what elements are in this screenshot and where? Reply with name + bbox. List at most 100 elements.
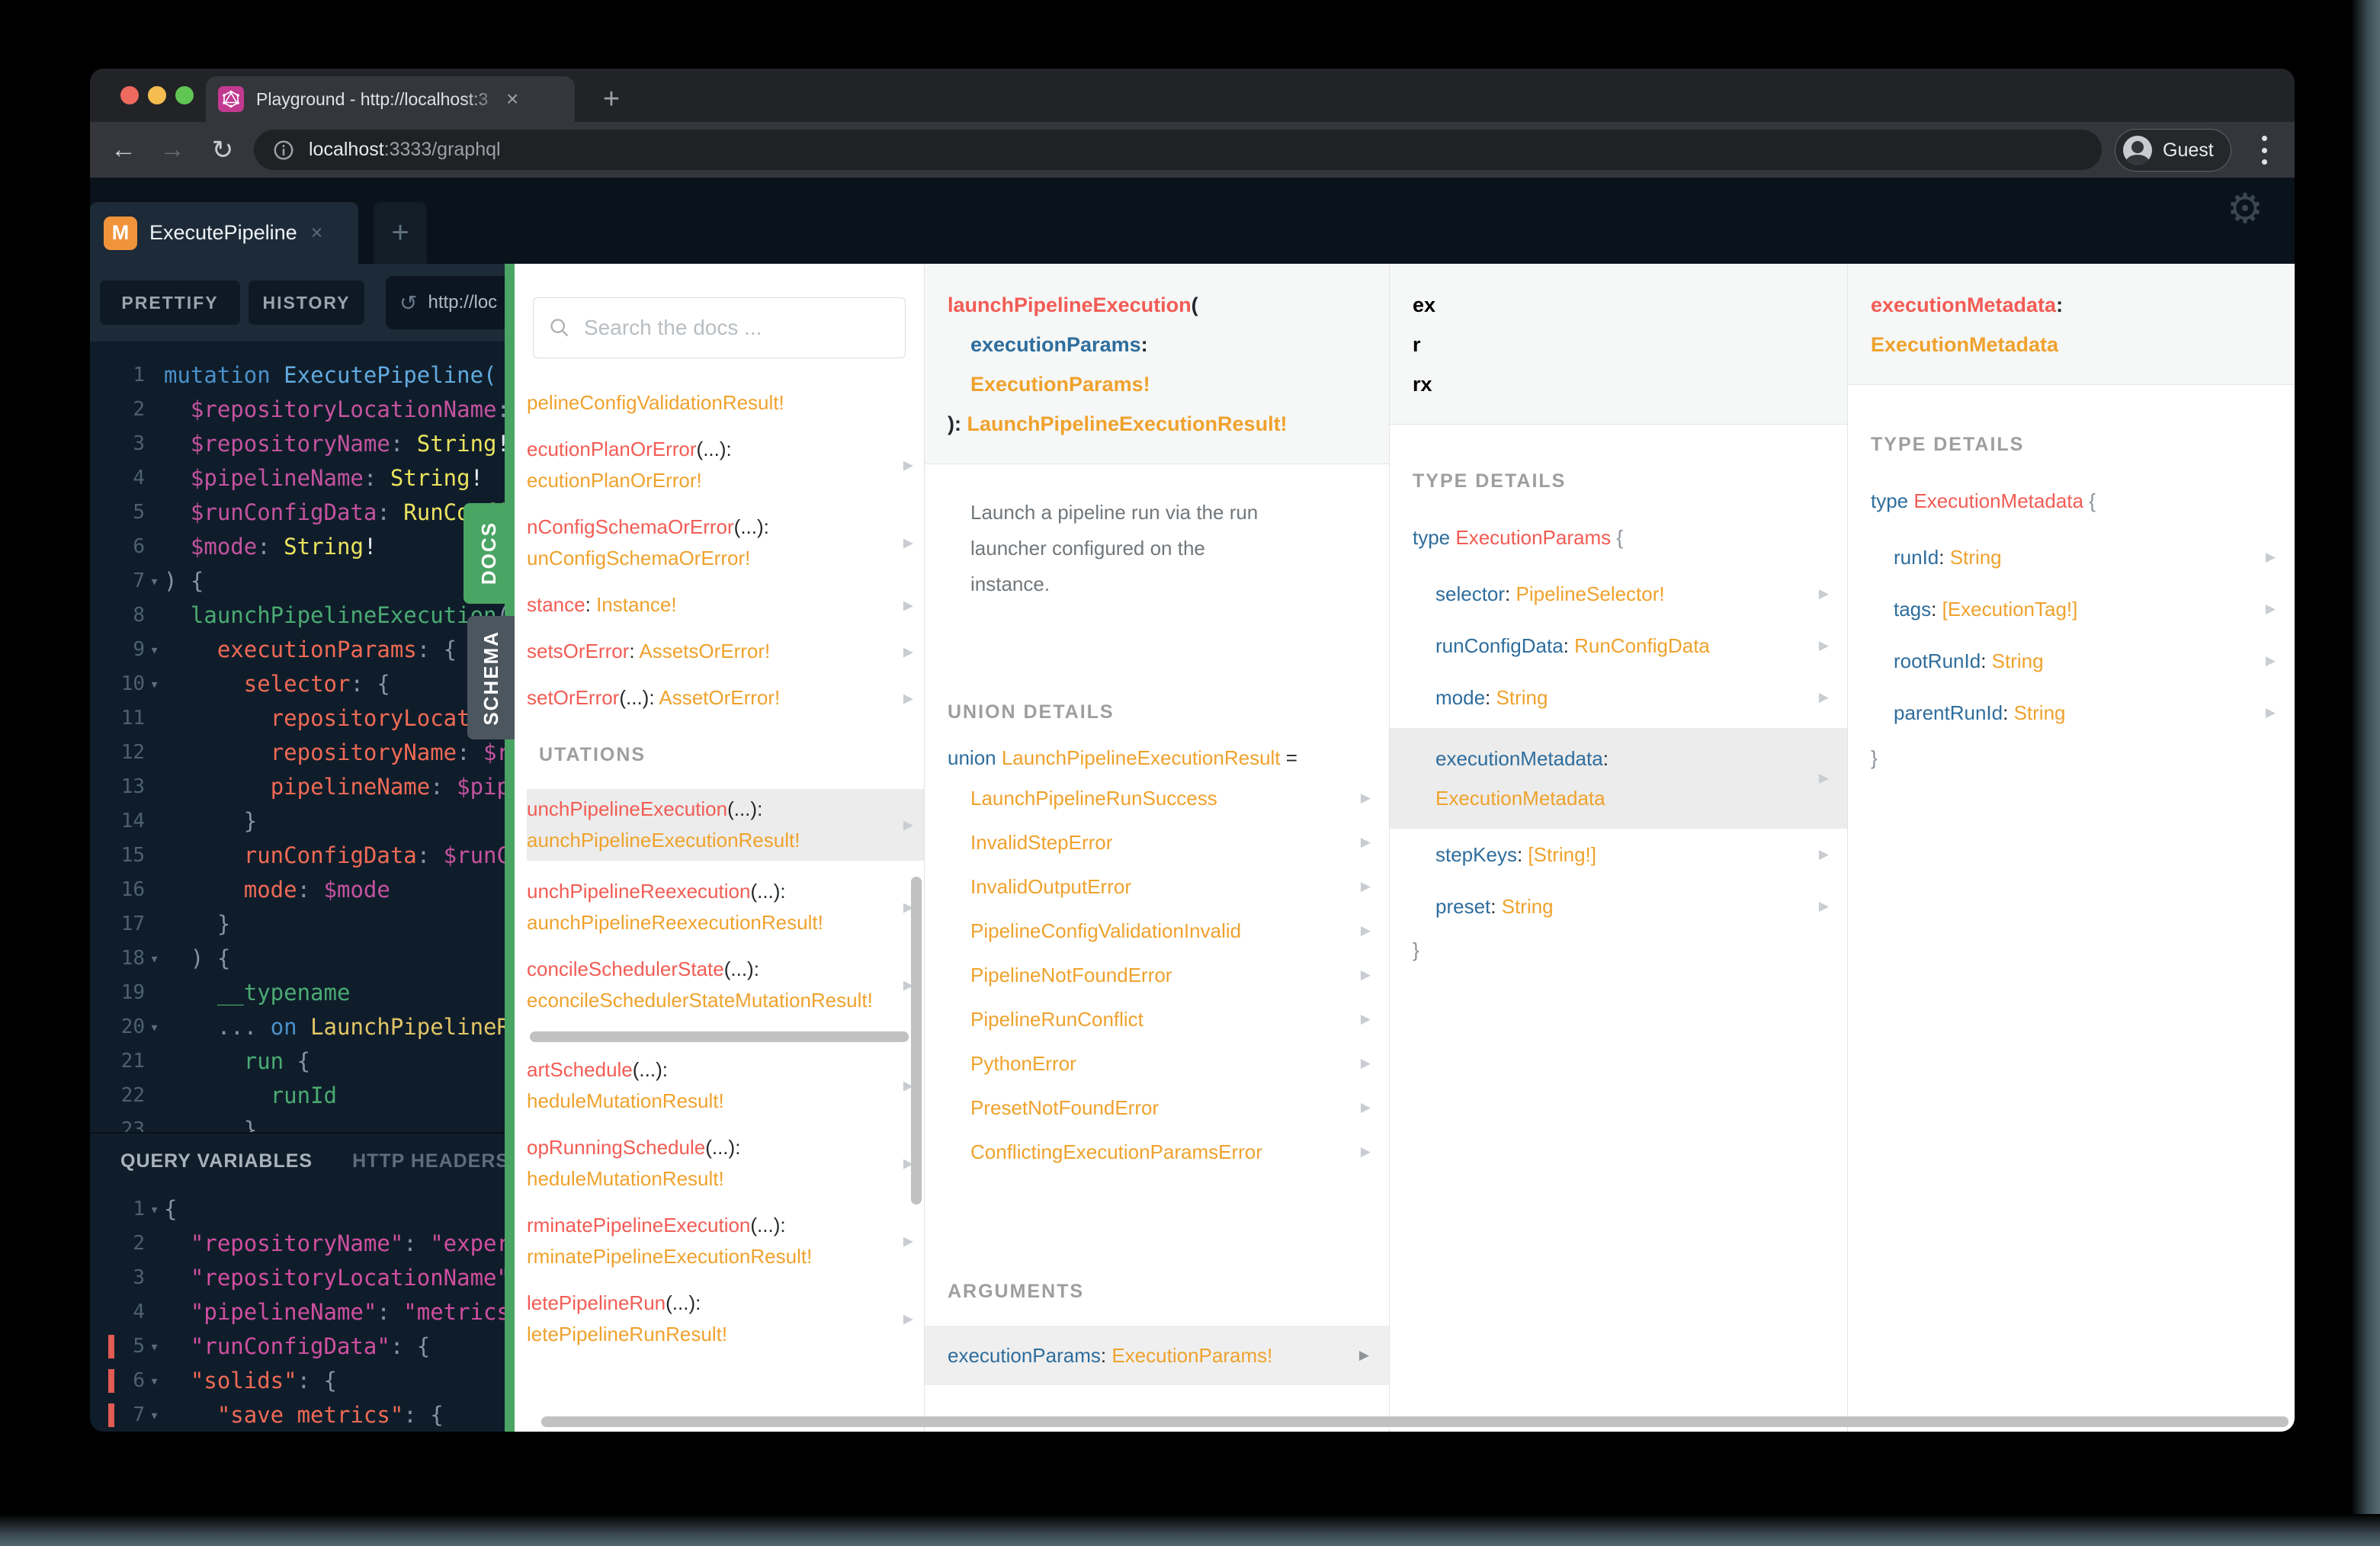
docs-field-row[interactable]: stance: Instance! ▶ bbox=[527, 589, 924, 621]
docs-field-row[interactable]: unchPipelineExecution(...): aunchPipeline… bbox=[527, 789, 924, 861]
history-button[interactable]: HISTORY bbox=[249, 281, 364, 325]
code-line[interactable]: 3 "repositoryLocationName" bbox=[90, 1261, 505, 1295]
url-bar[interactable]: localhost:3333/graphql bbox=[254, 130, 2102, 170]
code-line[interactable]: 12 repositoryName: $repositoryName bbox=[90, 736, 505, 770]
session-tab[interactable]: M ExecutePipeline × bbox=[90, 202, 358, 264]
type-field-row[interactable]: parentRunId: String ▶ bbox=[1894, 687, 2294, 739]
session-close-icon[interactable]: × bbox=[311, 221, 323, 245]
code-line[interactable]: 18 ▾ ) { bbox=[90, 941, 505, 976]
docs-field-row[interactable]: unchPipelineReexecution(...): aunchPipeli… bbox=[527, 876, 924, 938]
minimize-window-button[interactable] bbox=[148, 86, 166, 104]
code-line[interactable]: 15 runConfigData: $runConfigData bbox=[90, 839, 505, 873]
query-editor[interactable]: 1 mutation ExecutePipeline(2 $repositoryL… bbox=[90, 342, 505, 1132]
docs-field-row[interactable]: artSchedule(...): heduleMutationResult! ▶ bbox=[527, 1054, 924, 1117]
tab-close-icon[interactable]: × bbox=[506, 88, 518, 110]
endpoint-input[interactable]: ↺ http://loc bbox=[386, 276, 505, 329]
tab-http-headers[interactable]: HTTP HEADERS bbox=[352, 1150, 505, 1172]
union-member[interactable]: PipelineConfigValidationInvalid ▶ bbox=[970, 909, 1389, 953]
code-line[interactable]: 9 ▾ executionParams: { bbox=[90, 633, 505, 667]
prettify-button[interactable]: PRETTIFY bbox=[100, 281, 240, 325]
code-line[interactable]: 7 ▾ "save metrics": { bbox=[90, 1398, 505, 1432]
type-field-row[interactable]: tags: [ExecutionTag!] ▶ bbox=[1894, 583, 2294, 635]
settings-gear-icon[interactable]: ⚙ bbox=[2221, 184, 2269, 233]
code-line[interactable]: 2 "repositoryName": "exper bbox=[90, 1227, 505, 1261]
back-icon[interactable]: ← bbox=[104, 122, 143, 178]
reload-icon[interactable]: ↻ bbox=[203, 122, 242, 178]
docs-field-row[interactable]: setOrError(...): AssetOrError! ▶ bbox=[527, 682, 924, 714]
tab-schema[interactable]: SCHEMA bbox=[467, 616, 515, 739]
union-member[interactable]: PipelineNotFoundError ▶ bbox=[970, 953, 1389, 997]
site-info-icon[interactable] bbox=[272, 139, 295, 162]
docs-field-row[interactable]: opRunningSchedule(...): heduleMutationRes… bbox=[527, 1132, 924, 1195]
code-line[interactable]: 20▾ ... on LaunchPipelineRunSuccess { bbox=[90, 1010, 505, 1044]
code-line[interactable]: 3 $repositoryName: String! bbox=[90, 427, 505, 461]
code-line[interactable]: 6 ▾ "solids": { bbox=[90, 1364, 505, 1398]
docs-field-row[interactable]: letePipelineRun(...): letePipelineRunResu… bbox=[527, 1288, 924, 1350]
new-session-button[interactable]: + bbox=[374, 202, 427, 264]
fold-arrow-icon[interactable]: ▾ bbox=[145, 1364, 164, 1398]
docs-field-row[interactable]: concileSchedulerState(...): econcileSched… bbox=[527, 954, 924, 1016]
code-line[interactable]: 22 runId bbox=[90, 1079, 505, 1113]
code-line[interactable]: 11 repositoryLocationName: $repositoryLo… bbox=[90, 701, 505, 736]
profile-chip[interactable]: Guest bbox=[2115, 129, 2231, 172]
docs-field-row[interactable]: rminatePipelineExecution(...): rminatePip… bbox=[527, 1210, 924, 1272]
type-field-row-selected[interactable]: executionMetadata: ExecutionMetadata ▶ bbox=[1390, 728, 1847, 829]
maximize-window-button[interactable] bbox=[175, 86, 194, 104]
code-line[interactable]: 5 $runConfigData: RunConfigData bbox=[90, 496, 505, 530]
fold-arrow-icon[interactable]: ▾ bbox=[145, 1192, 164, 1227]
code-line[interactable]: 7 ▾) { bbox=[90, 564, 505, 598]
browser-tab[interactable]: Playground - http://localhost:3 × bbox=[206, 76, 575, 122]
union-member[interactable]: InvalidOutputError ▶ bbox=[970, 864, 1389, 909]
code-line[interactable]: 4 $pipelineName: String! bbox=[90, 461, 505, 496]
docs-search-input[interactable]: Search the docs ... bbox=[533, 297, 906, 358]
tab-docs[interactable]: DOCS bbox=[463, 503, 515, 604]
tab-query-variables[interactable]: QUERY VARIABLES bbox=[120, 1150, 313, 1172]
union-member[interactable]: LaunchPipelineRunSuccess ▶ bbox=[970, 776, 1389, 820]
type-field-row[interactable]: selector: PipelineSelector! ▶ bbox=[1435, 568, 1847, 620]
code-line[interactable]: 1 ▾{ bbox=[90, 1192, 505, 1227]
forward-icon[interactable]: → bbox=[152, 122, 192, 178]
type-field-row[interactable]: stepKeys: [String!] ▶ bbox=[1435, 829, 1847, 880]
code-line[interactable]: 4 "pipelineName": "metrics bbox=[90, 1295, 505, 1329]
docs-field-row[interactable]: pelineConfigValidationResult! bbox=[527, 387, 924, 419]
fold-arrow-icon[interactable]: ▾ bbox=[145, 1010, 164, 1044]
code-line[interactable]: 2 $repositoryLocationName: String! bbox=[90, 393, 505, 427]
docs-field-row[interactable]: setsOrError: AssetsOrError! ▶ bbox=[527, 636, 924, 667]
docs-field-row[interactable]: nConfigSchemaOrError(...): unConfigSchema… bbox=[527, 512, 924, 574]
union-member[interactable]: InvalidStepError ▶ bbox=[970, 820, 1389, 864]
type-field-row[interactable]: rootRunId: String ▶ bbox=[1894, 635, 2294, 687]
union-member[interactable]: PresetNotFoundError ▶ bbox=[970, 1086, 1389, 1130]
union-member[interactable]: PythonError ▶ bbox=[970, 1041, 1389, 1086]
close-window-button[interactable] bbox=[120, 86, 139, 104]
browser-menu-icon[interactable] bbox=[2258, 133, 2270, 168]
variables-editor[interactable]: 1 ▾{2 "repositoryName": "exper 3 "reposito… bbox=[90, 1192, 505, 1432]
fold-arrow-icon[interactable]: ▾ bbox=[145, 1398, 164, 1432]
code-line[interactable]: 17 } bbox=[90, 907, 505, 941]
docs-panel-edge[interactable] bbox=[505, 264, 515, 1432]
argument-row[interactable]: executionParams: ExecutionParams! ▶ bbox=[925, 1326, 1389, 1385]
docs-field-row[interactable]: ecutionPlanOrError(...): ecutionPlanOrErr… bbox=[527, 434, 924, 496]
union-member[interactable]: PipelineRunConflict ▶ bbox=[970, 997, 1389, 1041]
type-field-row[interactable]: mode: String ▶ bbox=[1435, 672, 1847, 723]
fold-arrow-icon[interactable]: ▾ bbox=[145, 667, 164, 701]
code-line[interactable]: 13 pipelineName: $pipelineName bbox=[90, 770, 505, 804]
code-line[interactable]: 6 $mode: String! bbox=[90, 530, 505, 564]
code-line[interactable]: 8 launchPipelineExecution( bbox=[90, 598, 505, 633]
fold-arrow-icon[interactable]: ▾ bbox=[145, 941, 164, 976]
docs-vertical-scrollbar[interactable] bbox=[911, 877, 922, 1204]
list-horizontal-scrollbar[interactable] bbox=[530, 1031, 909, 1042]
new-tab-button[interactable]: + bbox=[592, 79, 631, 119]
restore-endpoint-icon[interactable]: ↺ bbox=[399, 290, 417, 316]
code-line[interactable]: 14 } bbox=[90, 804, 505, 839]
code-line[interactable]: 10 ▾ selector: { bbox=[90, 667, 505, 701]
code-line[interactable]: 1 mutation ExecutePipeline( bbox=[90, 358, 505, 393]
type-field-row[interactable]: preset: String ▶ bbox=[1435, 880, 1847, 932]
fold-arrow-icon[interactable]: ▾ bbox=[145, 633, 164, 667]
docs-horizontal-scrollbar[interactable] bbox=[541, 1416, 2289, 1427]
code-line[interactable]: 21 run { bbox=[90, 1044, 505, 1079]
type-field-row[interactable]: runConfigData: RunConfigData ▶ bbox=[1435, 620, 1847, 672]
code-line[interactable]: 16 mode: $mode bbox=[90, 873, 505, 907]
code-line[interactable]: 23 } bbox=[90, 1113, 505, 1132]
type-field-row[interactable]: runId: String ▶ bbox=[1894, 531, 2294, 583]
union-member[interactable]: ConflictingExecutionParamsError ▶ bbox=[970, 1130, 1389, 1174]
